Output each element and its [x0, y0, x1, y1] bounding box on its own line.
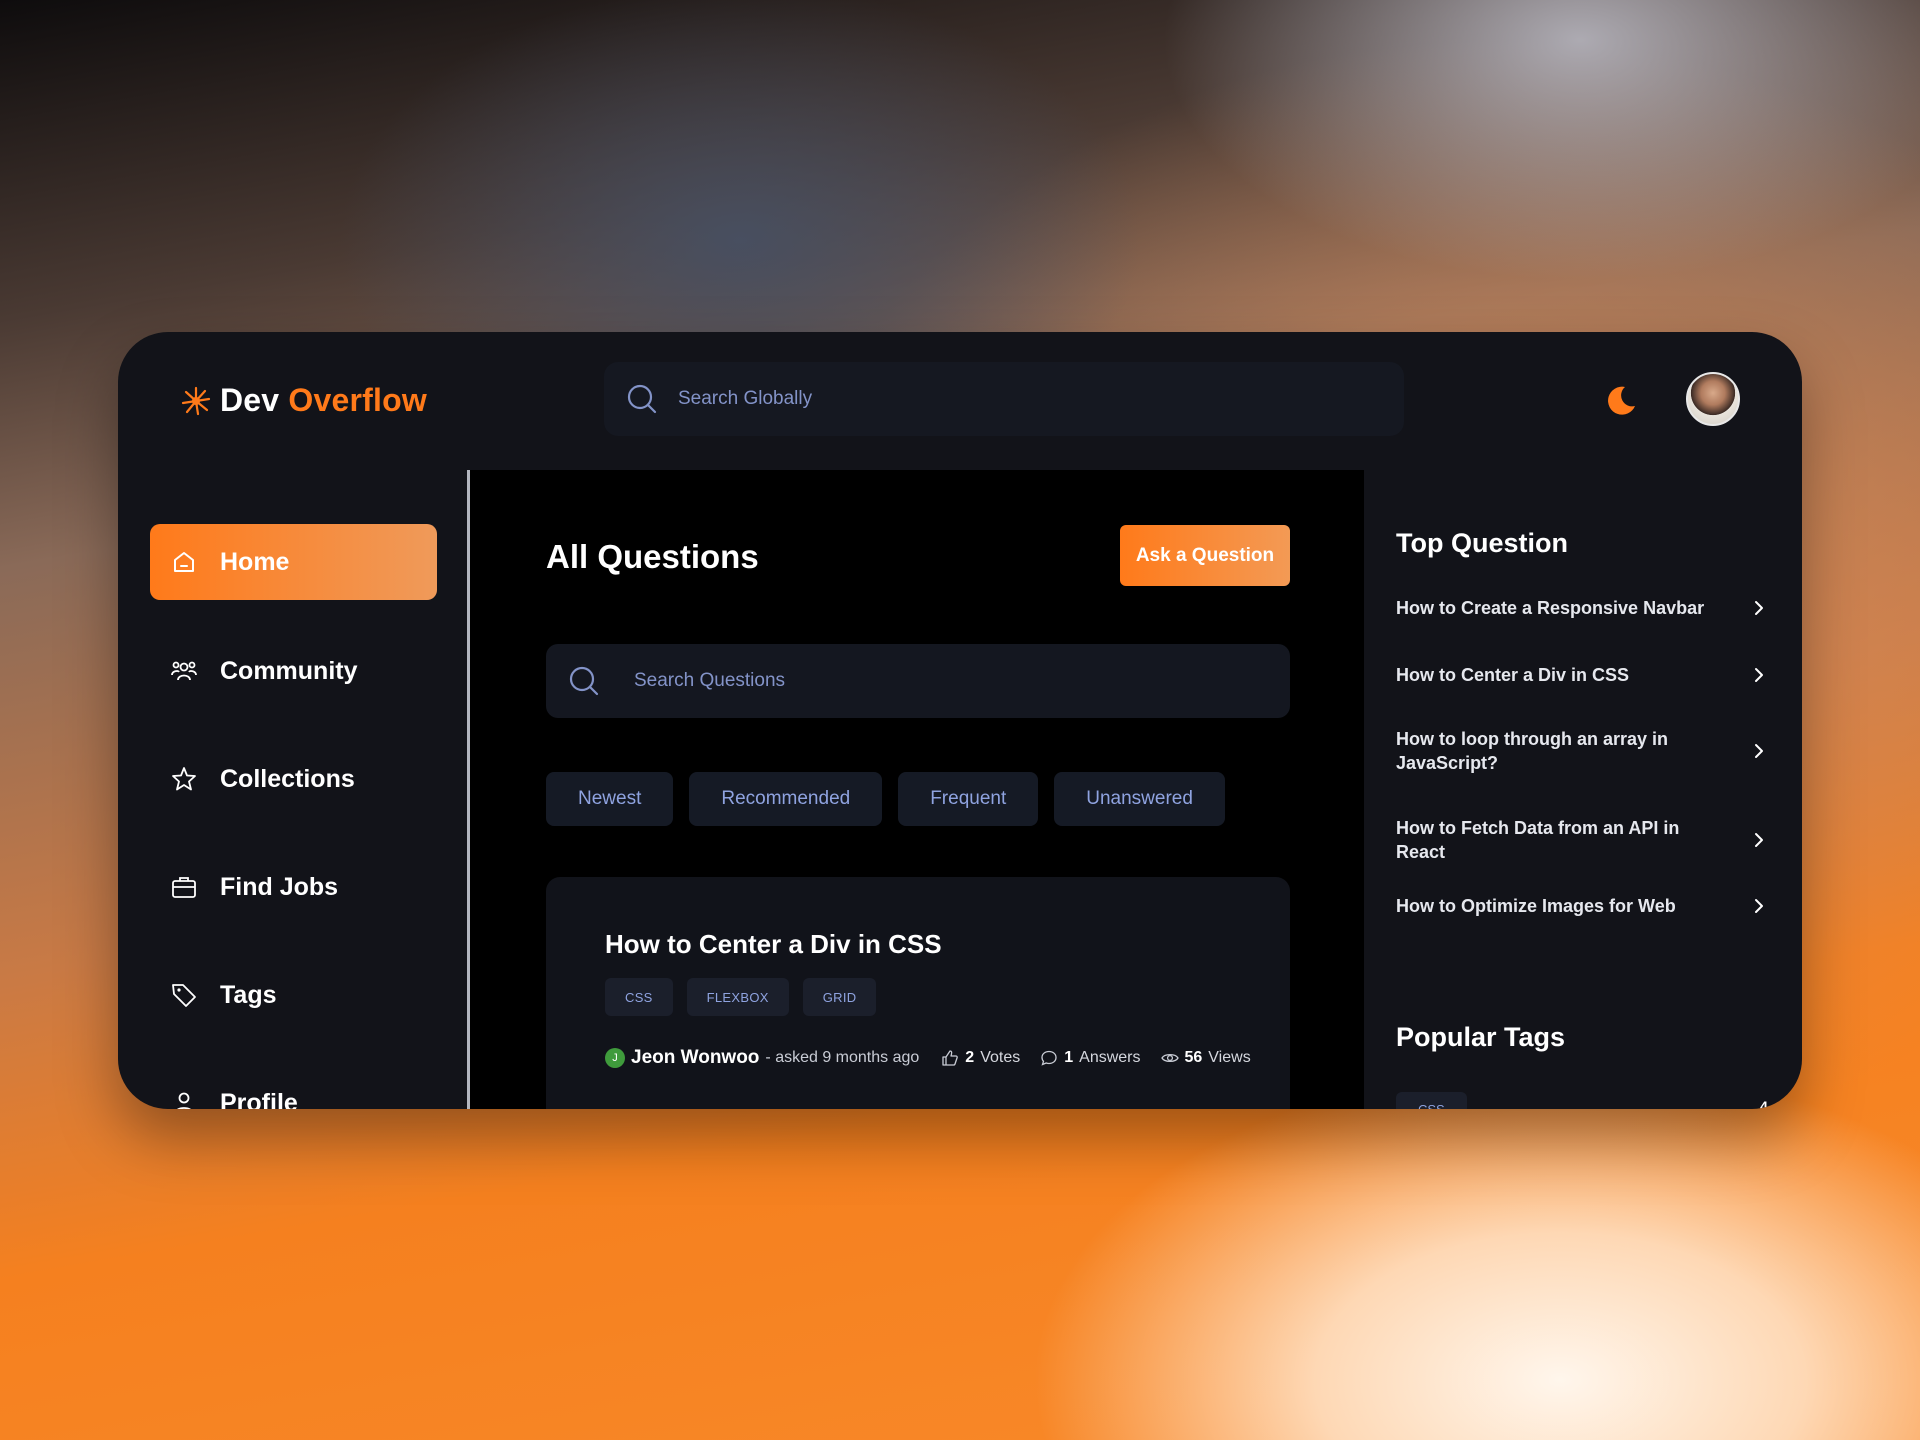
- sidebar-item-label: Tags: [220, 980, 277, 1009]
- popular-tag-count: 4: [1760, 1098, 1768, 1109]
- votes-stat: 2 Votes: [941, 1049, 1020, 1067]
- logo-overflow-text: Overflow: [288, 382, 427, 418]
- eye-icon: [1160, 1053, 1179, 1063]
- community-icon: [171, 661, 197, 681]
- top-question-item[interactable]: How to Create a Responsive Navbar: [1396, 596, 1768, 620]
- right-sidebar: Top Question How to Create a Responsive …: [1364, 470, 1802, 1109]
- ask-question-button[interactable]: Ask a Question: [1120, 525, 1290, 586]
- views-label: Views: [1208, 1049, 1251, 1066]
- top-question-text: How to loop through an array in JavaScri…: [1396, 729, 1668, 773]
- tag-chip[interactable]: GRID: [802, 978, 877, 1016]
- logo-dev-text: Dev: [220, 382, 280, 418]
- logo-burst-icon: [181, 386, 211, 415]
- chevron-right-icon: [1755, 833, 1763, 847]
- thumbs-up-icon: [942, 1050, 959, 1066]
- author-name[interactable]: Jeon Wonwoo: [631, 1047, 759, 1069]
- asked-time: - asked 9 months ago: [765, 1049, 920, 1066]
- chevron-right-icon: [1755, 601, 1763, 615]
- question-title[interactable]: How to Center a Div in CSS: [605, 929, 942, 960]
- top-question-item[interactable]: How to loop through an array in JavaScri…: [1396, 727, 1768, 775]
- app-window: Dev Overflow Home Community Collections: [118, 332, 1802, 1109]
- global-search-input[interactable]: [678, 388, 1278, 410]
- sidebar-item-collections[interactable]: Collections: [150, 741, 437, 817]
- left-sidebar: Home Community Collections Find Jobs Tag…: [118, 470, 468, 1109]
- answers-label: Answers: [1079, 1049, 1141, 1066]
- chevron-right-icon: [1755, 744, 1763, 758]
- global-search-bar[interactable]: [604, 362, 1404, 436]
- sidebar-item-label: Home: [220, 547, 290, 576]
- answers-count: 1: [1064, 1049, 1074, 1066]
- sidebar-item-label: Profile: [220, 1088, 298, 1110]
- filter-newest[interactable]: Newest: [546, 772, 674, 826]
- top-question-text: How to Fetch Data from an API in React: [1396, 818, 1680, 862]
- tag-icon: [172, 984, 196, 1007]
- question-card[interactable]: How to Center a Div in CSS CSS FLEXBOX G…: [546, 877, 1290, 1109]
- sidebar-item-community[interactable]: Community: [150, 633, 437, 709]
- comment-icon: [1041, 1050, 1057, 1066]
- sidebar-item-find-jobs[interactable]: Find Jobs: [150, 849, 437, 925]
- votes-label: Votes: [980, 1049, 1021, 1066]
- sidebar-item-label: Community: [220, 656, 358, 685]
- top-question-text: How to Optimize Images for Web: [1396, 896, 1676, 916]
- top-question-title: Top Question: [1396, 528, 1568, 558]
- question-tags: CSS FLEXBOX GRID: [605, 978, 877, 1016]
- logo[interactable]: Dev Overflow: [180, 382, 427, 419]
- popular-tags-title: Popular Tags: [1396, 1022, 1566, 1052]
- filter-recommended[interactable]: Recommended: [689, 772, 883, 826]
- popular-tag-chip[interactable]: CSS: [1396, 1092, 1467, 1109]
- search-icon: [569, 666, 599, 696]
- question-meta: J Jeon Wonwoo - asked 9 months ago 2 Vot…: [605, 1047, 1271, 1069]
- top-question-item[interactable]: How to Fetch Data from an API in React: [1396, 816, 1768, 864]
- filter-bar: Newest Recommended Frequent Unanswered: [546, 772, 1225, 826]
- top-question-item[interactable]: How to Center a Div in CSS: [1396, 663, 1768, 687]
- top-question-text: How to Center a Div in CSS: [1396, 665, 1630, 685]
- filter-frequent[interactable]: Frequent: [898, 772, 1039, 826]
- top-question-item[interactable]: How to Optimize Images for Web: [1396, 894, 1768, 918]
- tag-chip[interactable]: FLEXBOX: [686, 978, 789, 1016]
- search-icon: [627, 384, 657, 414]
- author-avatar: J: [605, 1048, 625, 1068]
- page-title: All Questions: [546, 538, 759, 575]
- user-icon: [177, 1092, 191, 1109]
- sidebar-item-label: Collections: [220, 764, 355, 793]
- filter-unanswered[interactable]: Unanswered: [1054, 772, 1225, 826]
- question-search-bar[interactable]: [546, 644, 1290, 718]
- tag-chip[interactable]: CSS: [605, 978, 673, 1016]
- views-stat: 56 Views: [1160, 1049, 1251, 1067]
- sidebar-item-home[interactable]: Home: [150, 524, 437, 600]
- sidebar-item-profile[interactable]: Profile: [150, 1065, 437, 1109]
- chevron-right-icon: [1755, 899, 1763, 913]
- user-avatar[interactable]: [1686, 372, 1740, 426]
- sidebar-item-tags[interactable]: Tags: [150, 957, 437, 1033]
- chevron-right-icon: [1755, 668, 1763, 682]
- sidebar-item-label: Find Jobs: [220, 872, 339, 901]
- star-icon: [172, 767, 196, 791]
- votes-count: 2: [965, 1049, 975, 1066]
- views-count: 56: [1184, 1049, 1203, 1066]
- main-content: All Questions Ask a Question Newest Reco…: [470, 470, 1364, 1109]
- answers-stat: 1 Answers: [1040, 1049, 1141, 1067]
- moon-icon[interactable]: [1604, 384, 1638, 418]
- briefcase-icon: [172, 877, 196, 898]
- home-icon: [174, 552, 194, 572]
- top-question-text: How to Create a Responsive Navbar: [1396, 598, 1705, 618]
- question-search-input[interactable]: [634, 670, 1234, 692]
